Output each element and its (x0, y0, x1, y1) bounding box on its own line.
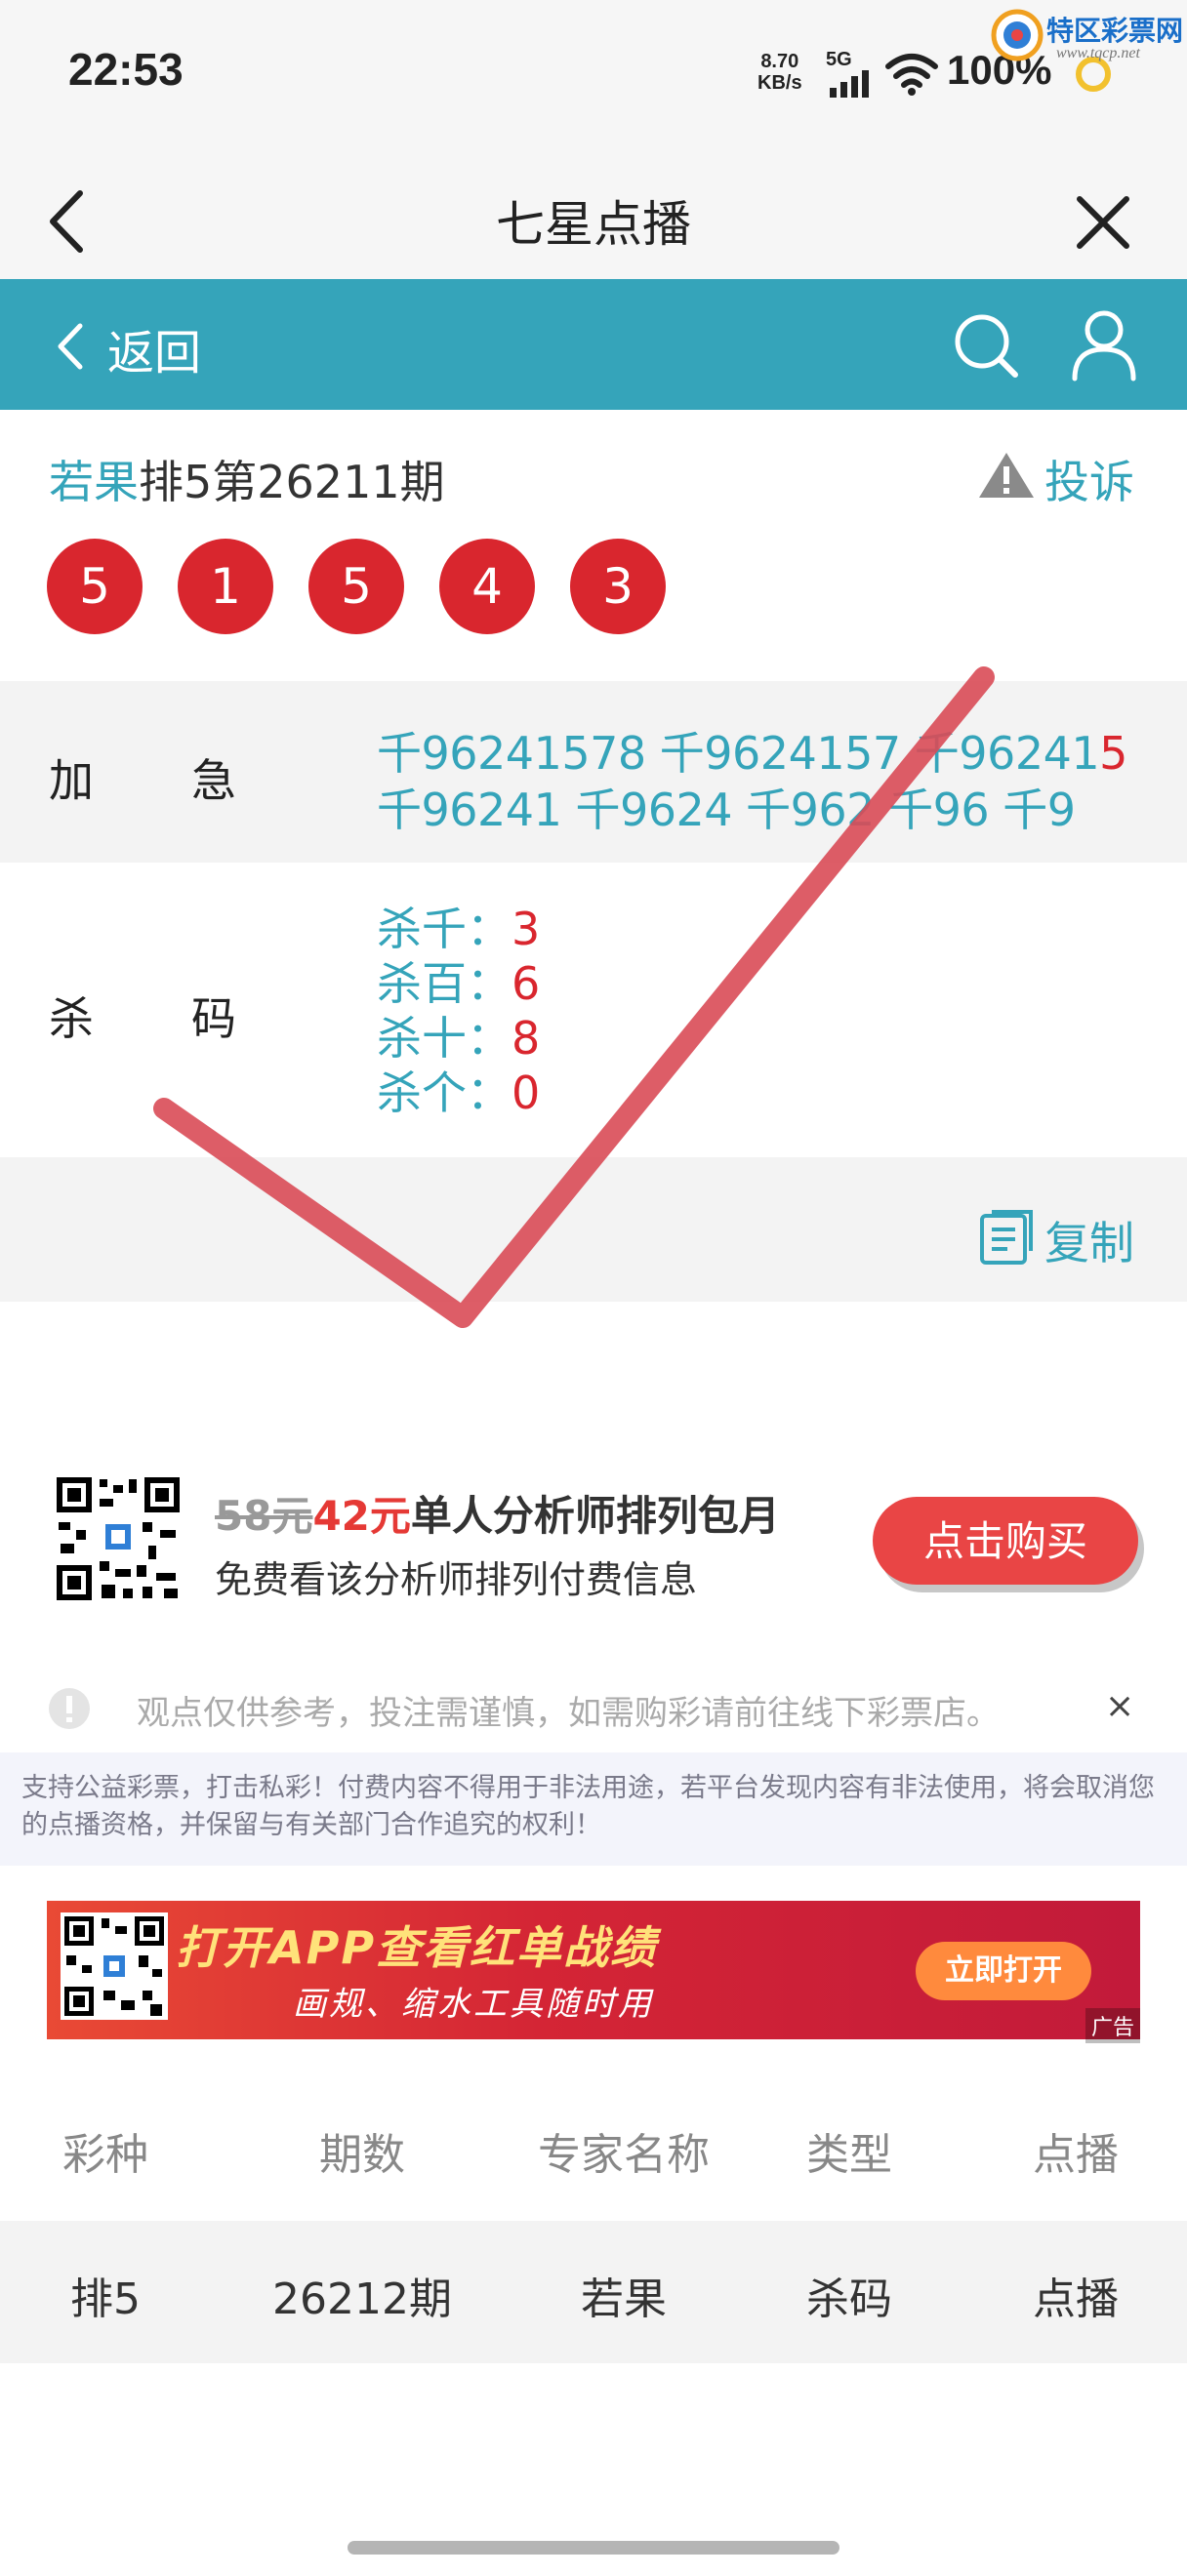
table-header-issue: 期数 (319, 2130, 405, 2180)
ad-tag: 广告 (1085, 2008, 1141, 2043)
qr-code-icon (55, 1475, 182, 1602)
promo-subtitle: 免费看该分析师排列付费信息 (215, 1558, 698, 1601)
promo-title: 58元42元单人分析师排列包月 (215, 1483, 780, 1543)
ad-subtitle: 画规、缩水工具随时用 (293, 1985, 654, 2024)
table-header-lottery: 彩种 (62, 2130, 148, 2180)
promo-title-text: 单人分析师排列包月 (410, 1492, 780, 1540)
ad-open-button[interactable]: 立即打开 (916, 1942, 1091, 2000)
table-header-type: 类型 (806, 2130, 892, 2180)
disclaimer-text: 观点仅供参考，投注需谨慎，如需购彩请前往线下彩票店。 (137, 1694, 1000, 1733)
buy-button[interactable]: 点击购买 (873, 1497, 1138, 1585)
cell-type: 杀码 (806, 2274, 892, 2324)
cell-issue: 26212期 (272, 2274, 452, 2324)
info-icon (49, 1688, 90, 1729)
cell-play-link[interactable]: 点播 (964, 2264, 1187, 2326)
cell-lottery: 排5 (70, 2274, 141, 2324)
table-header-expert: 专家名称 (538, 2130, 710, 2180)
new-price: 42元 (312, 1492, 411, 1540)
old-price: 58元 (215, 1492, 313, 1540)
legal-text: 支持公益彩票，打击私彩！付费内容不得用于非法用途，若平台发现内容有非法使用，将会… (21, 1773, 1155, 1840)
dismiss-notice-button[interactable]: × (1105, 1686, 1134, 1726)
ad-title: 打开APP查看红单战绩 (176, 1921, 658, 1974)
home-indicator[interactable] (348, 2541, 839, 2555)
check-mark-overlay (153, 666, 995, 1328)
ad-qr-code-icon (61, 1912, 168, 2020)
cell-expert-link[interactable]: 若果 (513, 2264, 734, 2326)
table-header-play: 点播 (1033, 2130, 1119, 2180)
